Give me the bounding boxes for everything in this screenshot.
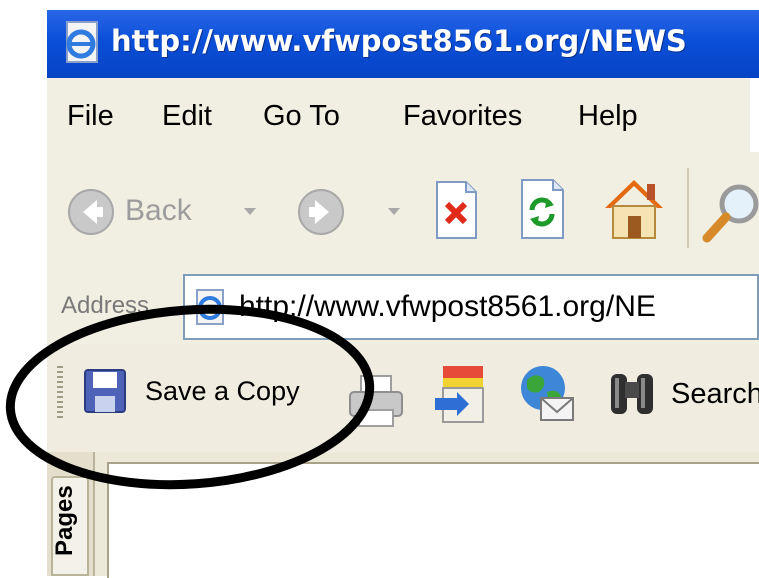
highlight-ellipse [5, 304, 375, 490]
